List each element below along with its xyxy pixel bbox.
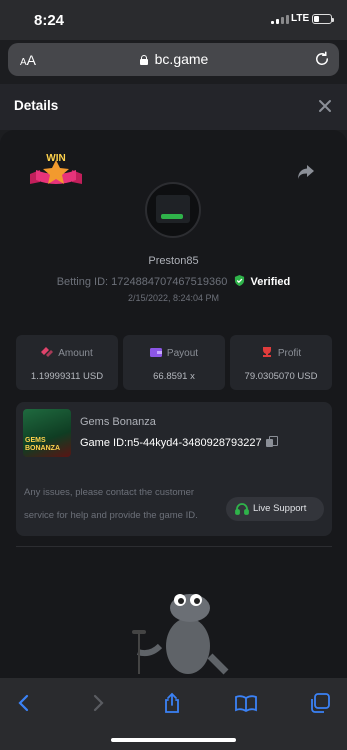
network-label: LTE [291,13,310,24]
forward-icon[interactable] [87,692,109,714]
wallet-icon [149,348,162,357]
bet-datetime: 2/15/2022, 8:24:04 PM [127,293,220,303]
close-icon[interactable] [317,98,333,114]
game-id-line: Game ID:n5-44kyd4-3480928793227 [80,436,278,449]
betting-id-label: Betting ID: [56,276,109,288]
crocodile-mascot-image [132,594,229,675]
game-card: GEMS BONANZA Gems Bonanza Game ID:n5-44k… [16,402,332,536]
page-title: Details [14,98,59,113]
tabs-icon[interactable] [309,692,331,714]
signal-icon [271,15,289,24]
username: Preston85 [148,255,199,267]
stat-profit-value: 79.0305070 USD [244,371,318,382]
share-sheet-icon[interactable] [161,692,183,714]
stat-payout: Payout 66.8591 x [123,335,225,390]
stat-amount-value: 1.19999311 USD [30,371,104,382]
share-icon[interactable] [297,164,315,180]
stat-profit-head: Profit [230,347,332,359]
details-header: Details [0,84,347,130]
coins-icon [41,347,54,357]
status-bar: 8:24 LTE [0,0,347,40]
live-support-button[interactable]: Live Support [226,497,324,521]
address-bar[interactable]: AA bc.game [8,43,339,76]
verified-shield-icon [235,275,245,286]
trophy-icon [262,347,271,357]
stat-amount: Amount 1.19999311 USD [16,335,118,390]
avatar [145,182,201,238]
avatar-win-bar [161,214,183,219]
url-text: bc.game [154,51,209,67]
betting-id-line: Betting ID: 1724884707467519360 Verified [0,275,347,288]
game-name: Gems Bonanza [80,416,156,428]
stat-amount-label: Amount [58,348,93,359]
support-notice: Any issues, please contact the customer … [24,487,198,521]
stat-payout-value: 66.8591 x [153,371,195,382]
stat-payout-label: Payout [166,348,199,359]
details-panel: WIN Preston85 Betting ID: 17248847074675… [0,130,347,678]
section-divider [16,546,332,547]
reload-icon[interactable] [313,50,331,68]
verified-label: Verified [250,276,291,288]
status-time: 8:24 [34,12,65,29]
stats-row: Amount 1.19999311 USD Payout 66.8591 x P… [16,335,332,390]
game-id-value: n5-44kyd4-3480928793227 [127,437,262,449]
lock-icon [139,55,149,65]
copy-icon[interactable] [265,436,278,447]
live-support-label: Live Support [253,503,307,514]
bookmarks-icon[interactable] [235,692,257,714]
battery-icon [312,14,334,24]
home-indicator [111,738,236,742]
stat-payout-head: Payout [123,347,225,359]
betting-id-value: 1724884707467519360 [111,276,228,288]
game-id-label: Game ID: [80,437,128,449]
stat-profit: Profit 79.0305070 USD [230,335,332,390]
win-text: WIN [46,153,65,164]
thumbnail-text: GEMS BONANZA [25,437,60,452]
win-badge: WIN [30,153,82,184]
back-icon[interactable] [13,692,35,714]
stat-amount-head: Amount [16,347,118,359]
game-thumbnail[interactable]: GEMS BONANZA [23,409,71,457]
stat-profit-label: Profit [277,348,302,359]
headset-icon [235,503,249,515]
url-display[interactable]: bc.game [8,51,339,67]
